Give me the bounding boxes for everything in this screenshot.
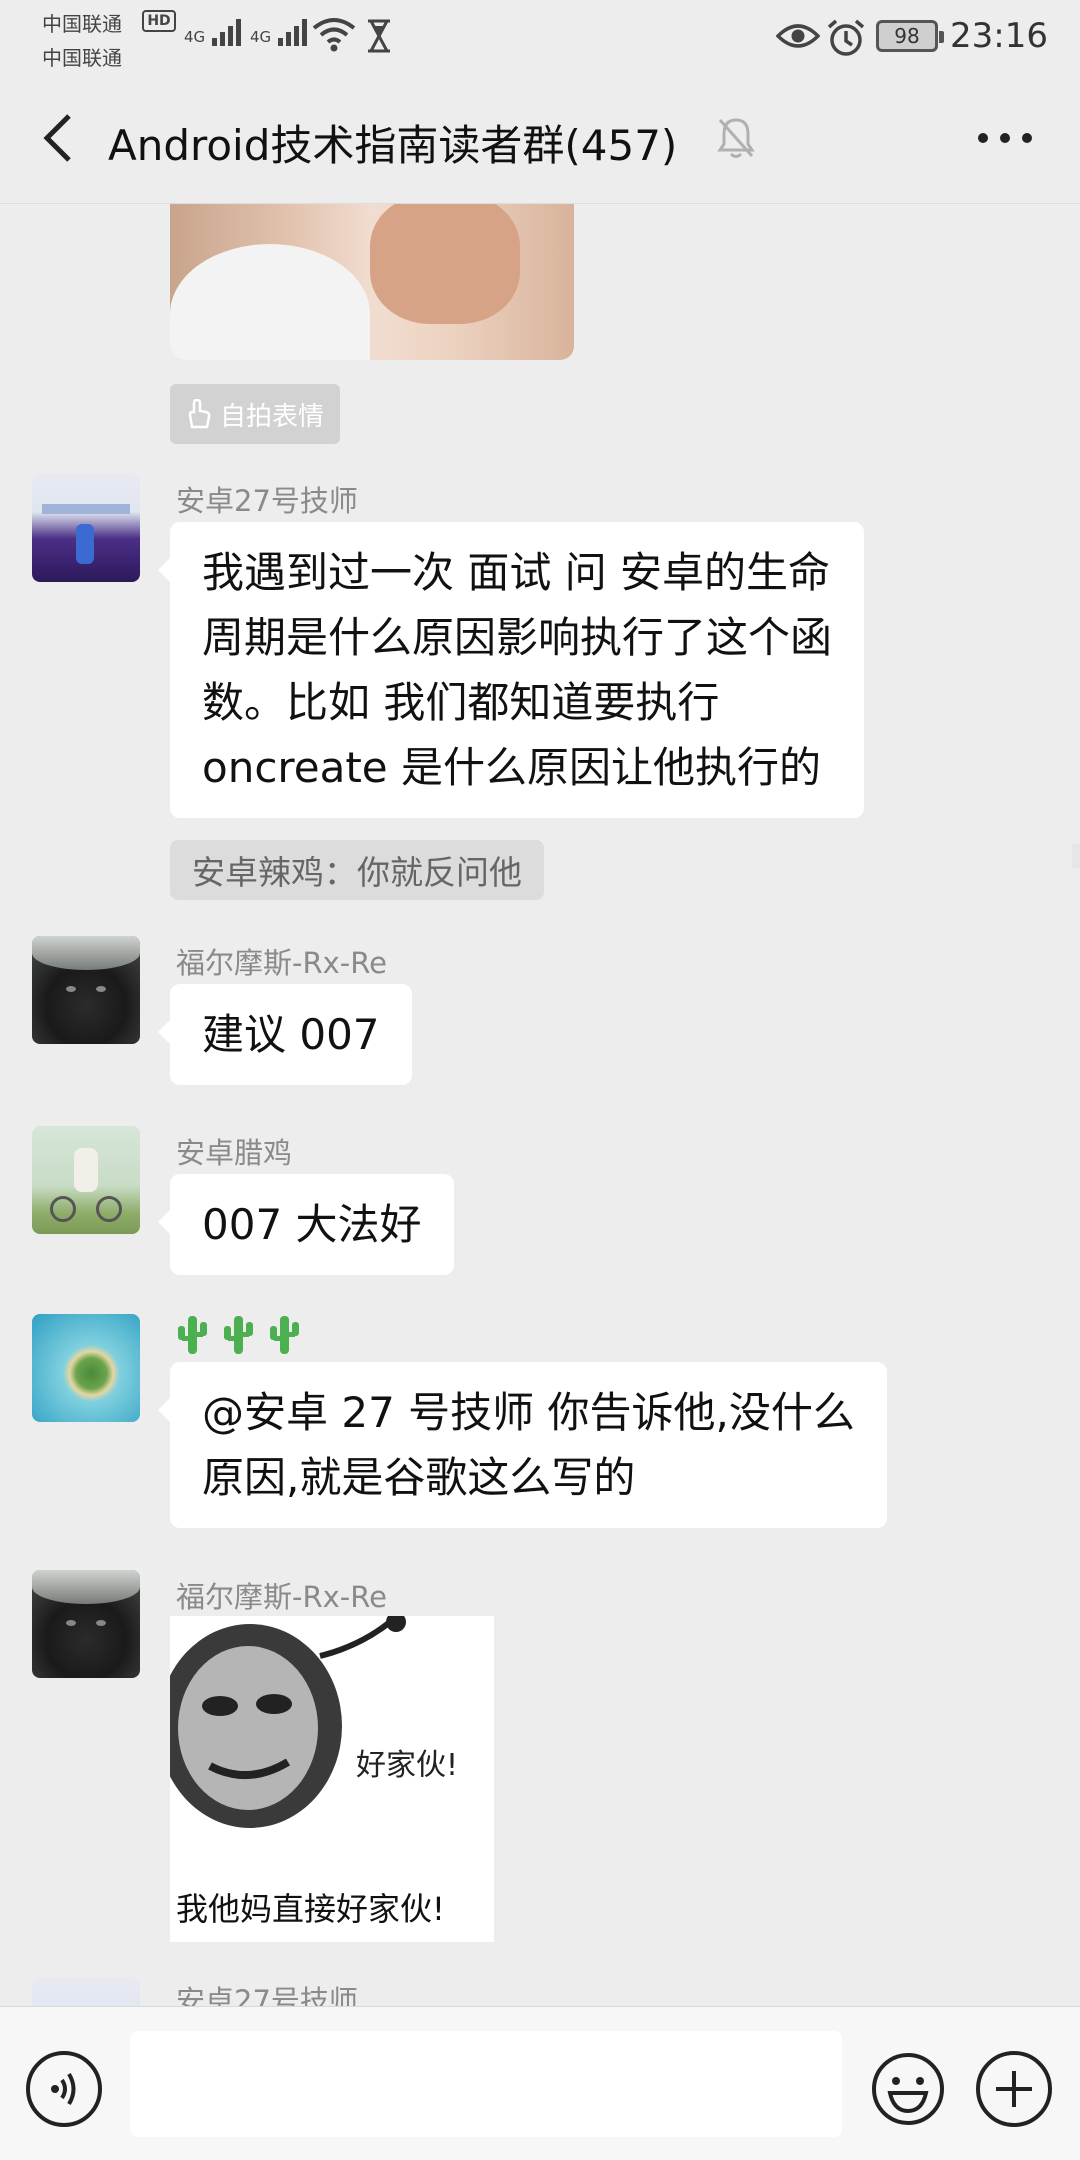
message-line: oncreate 是什么原因让他执行的 — [202, 743, 821, 792]
eye-icon — [776, 24, 820, 48]
avatar[interactable] — [32, 936, 140, 1044]
chat-header: Android技术指南读者群(457) — [0, 72, 1080, 204]
network-1-label: 4G — [184, 28, 206, 46]
cactus-icon — [224, 1316, 253, 1354]
avatar[interactable] — [32, 1314, 140, 1422]
network-2-label: 4G — [250, 28, 272, 46]
hd-badge: HD — [142, 10, 176, 32]
sender-name: 福尔摩斯-Rx-Re — [176, 1580, 387, 1614]
clock: 23:16 — [950, 16, 1048, 56]
sender-name: 安卓27号技师 — [176, 484, 358, 518]
quoted-reply[interactable]: 安卓辣鸡：你就反问他 — [170, 840, 544, 900]
sender-name: 安卓27号技师 — [176, 1984, 358, 2006]
input-bar — [0, 2006, 1080, 2160]
sender-name: 安卓腊鸡 — [176, 1136, 293, 1170]
cactus-icon — [270, 1316, 299, 1354]
more-button[interactable] — [970, 112, 1040, 164]
signal-2-icon: 4G — [250, 16, 307, 46]
message-text: 007 大法好 — [202, 1200, 422, 1249]
signal-1-icon: 4G — [184, 16, 241, 46]
avatar[interactable] — [32, 1570, 140, 1678]
selfie-sticker-button[interactable]: 自拍表情 — [170, 384, 340, 444]
group-title: Android技术指南读者群(457) — [108, 121, 678, 170]
back-icon — [43, 114, 71, 162]
plus-icon — [996, 2071, 1032, 2107]
message-line: 我遇到过一次 面试 问 安卓的生命 — [202, 548, 831, 597]
carrier-1: 中国联通 — [42, 12, 122, 36]
alarm-icon — [827, 19, 865, 56]
message-bubble[interactable]: 007 大法好 — [158, 1174, 454, 1275]
avatar[interactable] — [32, 1126, 140, 1234]
emoji-icon — [872, 2053, 944, 2125]
chat-screen: 中国联通 中国联通 HD 4G 4G 98 23:16 Android技术指南读… — [0, 0, 1080, 2160]
message-line: 原因,就是谷歌这么写的 — [202, 1453, 636, 1502]
sticker-caption: 好家伙! — [356, 1748, 459, 1783]
battery-indicator: 98 — [876, 20, 944, 52]
cactus-icon — [178, 1316, 207, 1354]
voice-icon — [51, 2072, 76, 2106]
message-bubble[interactable]: @安卓 27 号技师 你告诉他,没什么 原因,就是谷歌这么写的 — [158, 1362, 887, 1528]
avatar[interactable] — [32, 1978, 140, 2006]
message-line: @安卓 27 号技师 你告诉他,没什么 — [202, 1388, 855, 1437]
carrier-2: 中国联通 — [42, 46, 122, 70]
sticker-caption: 我他妈直接好家伙! — [176, 1890, 445, 1928]
message-list[interactable]: 自拍表情 安卓27号技师 我遇到过一次 面试 问 安卓的生命 周期是什么原因影响… — [0, 204, 1080, 2006]
message-line: 周期是什么原因影响执行了这个函 — [202, 613, 833, 662]
selfie-hand-icon — [188, 399, 211, 429]
message-input[interactable] — [130, 2031, 842, 2137]
emoji-button[interactable] — [870, 2051, 946, 2127]
scroll-indicator — [1072, 844, 1080, 868]
avatar[interactable] — [32, 474, 140, 582]
emoji-row — [176, 1314, 300, 1354]
back-button[interactable] — [30, 108, 86, 168]
message-bubble[interactable]: 建议 007 — [158, 984, 412, 1085]
image-message[interactable] — [170, 204, 574, 360]
voice-button[interactable] — [26, 2051, 102, 2127]
sticker-message[interactable]: 好家伙! 我他妈直接好家伙! — [170, 1616, 494, 1942]
mute-icon — [717, 118, 755, 158]
message-bubble[interactable]: 我遇到过一次 面试 问 安卓的生命 周期是什么原因影响执行了这个函 数。比如 我… — [157, 522, 865, 818]
sender-name: 福尔摩斯-Rx-Re — [176, 946, 387, 980]
message-text: 建议 007 — [202, 1010, 380, 1059]
wifi-icon — [312, 18, 356, 52]
message-line: 数。比如 我们都知道要执行 — [202, 678, 720, 727]
selfie-tag-label: 自拍表情 — [220, 401, 325, 432]
hourglass-icon — [368, 19, 390, 53]
more-actions-button[interactable] — [976, 2051, 1052, 2127]
status-bar: 中国联通 中国联通 HD 4G 4G 98 23:16 — [0, 0, 1080, 72]
more-icon — [978, 133, 1032, 143]
